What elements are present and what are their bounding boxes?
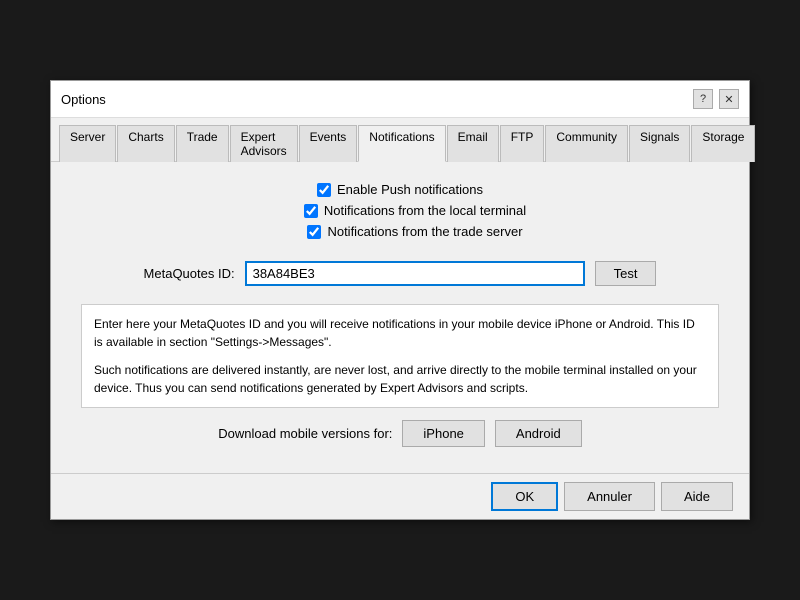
android-button[interactable]: Android xyxy=(495,420,582,447)
tab-events[interactable]: Events xyxy=(299,125,358,162)
help-button[interactable]: ? xyxy=(693,89,713,109)
options-window: Options ? ✕ Server Charts Trade Expert A… xyxy=(50,80,750,520)
download-section: Download mobile versions for: iPhone And… xyxy=(81,420,719,447)
tab-email[interactable]: Email xyxy=(447,125,499,162)
title-bar: Options ? ✕ xyxy=(51,81,749,118)
metaquotes-id-input[interactable] xyxy=(245,261,585,286)
iphone-button[interactable]: iPhone xyxy=(402,420,484,447)
download-label: Download mobile versions for: xyxy=(218,426,392,441)
ok-button[interactable]: OK xyxy=(491,482,558,511)
trade-server-row: Notifications from the trade server xyxy=(81,224,719,239)
trade-server-checkbox[interactable] xyxy=(307,225,321,239)
info-text-box: Enter here your MetaQuotes ID and you wi… xyxy=(81,304,719,408)
tab-signals[interactable]: Signals xyxy=(629,125,690,162)
enable-push-checkbox[interactable] xyxy=(317,183,331,197)
tab-storage[interactable]: Storage xyxy=(691,125,755,162)
cancel-button[interactable]: Annuler xyxy=(564,482,655,511)
local-terminal-checkbox[interactable] xyxy=(304,204,318,218)
info-text-1: Enter here your MetaQuotes ID and you wi… xyxy=(94,315,706,351)
info-text-2: Such notifications are delivered instant… xyxy=(94,361,706,397)
tab-community[interactable]: Community xyxy=(545,125,628,162)
local-terminal-label: Notifications from the local terminal xyxy=(324,203,526,218)
tab-expert-advisors[interactable]: Expert Advisors xyxy=(230,125,298,162)
footer: OK Annuler Aide xyxy=(51,473,749,519)
tab-trade[interactable]: Trade xyxy=(176,125,229,162)
tabs-bar: Server Charts Trade Expert Advisors Even… xyxy=(51,118,749,162)
metaquotes-row: MetaQuotes ID: Test xyxy=(81,261,719,286)
test-button[interactable]: Test xyxy=(595,261,657,286)
window-title: Options xyxy=(61,92,106,107)
help-footer-button[interactable]: Aide xyxy=(661,482,733,511)
trade-server-label: Notifications from the trade server xyxy=(327,224,522,239)
tab-server[interactable]: Server xyxy=(59,125,116,162)
checkboxes-section: Enable Push notifications Notifications … xyxy=(81,182,719,245)
tab-notifications[interactable]: Notifications xyxy=(358,125,445,162)
content-area: Enable Push notifications Notifications … xyxy=(51,162,749,473)
metaquotes-id-label: MetaQuotes ID: xyxy=(144,266,235,281)
tab-charts[interactable]: Charts xyxy=(117,125,174,162)
local-terminal-row: Notifications from the local terminal xyxy=(81,203,719,218)
enable-push-row: Enable Push notifications xyxy=(81,182,719,197)
tab-ftp[interactable]: FTP xyxy=(500,125,545,162)
enable-push-label: Enable Push notifications xyxy=(337,182,483,197)
close-button[interactable]: ✕ xyxy=(719,89,739,109)
title-bar-controls: ? ✕ xyxy=(693,89,739,109)
